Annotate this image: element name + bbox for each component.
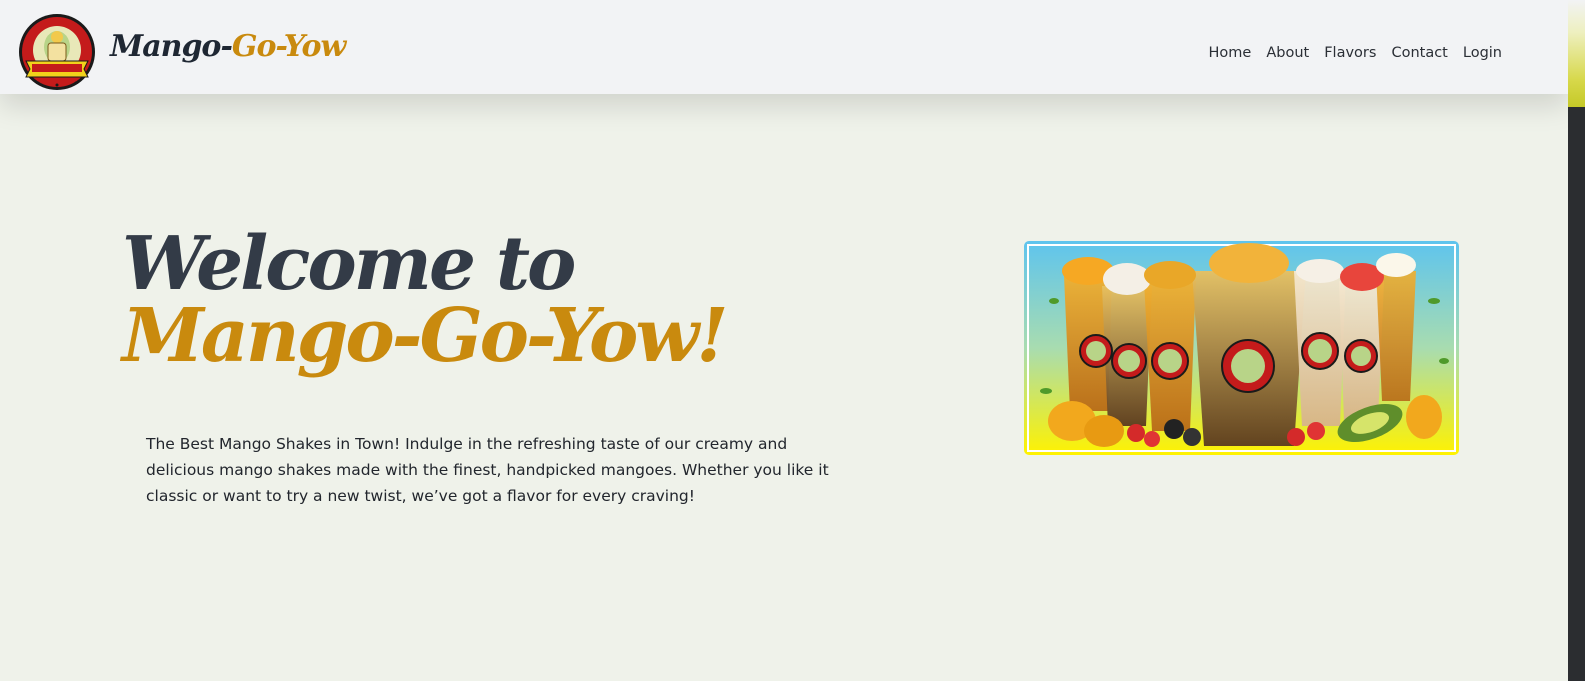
hero-title: Welcome to Mango-Go-Yow!: [122, 227, 842, 373]
nav-flavors[interactable]: Flavors: [1324, 45, 1376, 61]
hero-product-image: [1024, 241, 1459, 455]
nav-login[interactable]: Login: [1463, 45, 1502, 61]
scrollbar-thumb[interactable]: [1568, 0, 1585, 107]
hero-description: The Best Mango Shakes in Town! Indulge i…: [146, 435, 829, 505]
nav-home[interactable]: Home: [1209, 45, 1252, 61]
main-nav: Home About Flavors Contact Login: [1209, 45, 1502, 61]
brand-name[interactable]: Mango-Go-Yow: [110, 29, 346, 64]
logo-badge-icon[interactable]: [18, 13, 96, 91]
brand-name-part2: Go-Yow: [231, 29, 346, 64]
nav-about[interactable]: About: [1266, 45, 1309, 61]
brand-name-part1: Mango-: [110, 29, 233, 64]
hero-title-part2: Mango-Go-Yow!: [122, 293, 729, 379]
nav-contact[interactable]: Contact: [1391, 45, 1447, 61]
page-scrollbar[interactable]: [1568, 0, 1585, 681]
site-header: Mango-Go-Yow Home About Flavors Contact …: [0, 0, 1568, 94]
